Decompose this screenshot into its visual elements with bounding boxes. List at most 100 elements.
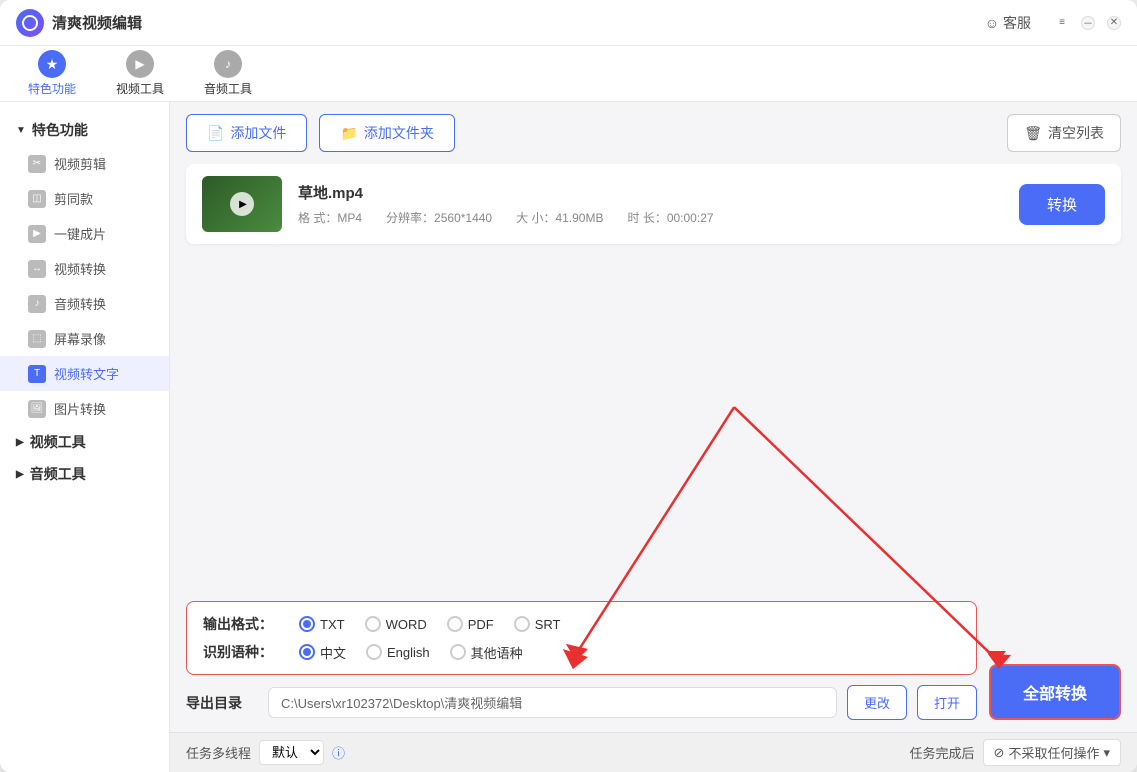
video-convert-icon: ↔ [28, 260, 46, 278]
video-edit-label: 视频剪辑 [54, 154, 106, 173]
format-pdf-label: PDF [468, 617, 494, 632]
format-txt-label: TXT [320, 617, 345, 632]
lang-english-radio [366, 644, 382, 660]
section-features-arrow: ▼ [16, 125, 26, 136]
sidebar-section-video-tools[interactable]: ▶ 视频工具 [0, 426, 169, 458]
video-tools-label: 视频工具 [116, 80, 164, 97]
features-label: 特色功能 [28, 80, 76, 97]
customer-service-label: 客服 [1003, 13, 1031, 33]
format-word-label: WORD [386, 617, 427, 632]
format-word-radio [365, 616, 381, 632]
status-right: 任务完成后 ⊘ 不采取任何操作 ▾ [910, 739, 1121, 766]
lang-english-option[interactable]: English [366, 644, 430, 660]
minimize-button[interactable]: － [1081, 16, 1095, 30]
format-label-text: 格 式： [298, 211, 337, 225]
add-folder-button[interactable]: 📁 添加文件夹 [319, 114, 454, 152]
convert-all-area: 全部转换 [989, 664, 1121, 720]
format-srt-label: SRT [535, 617, 561, 632]
bottom-content: 输出格式： TXT [186, 601, 1121, 720]
task-action-label: 不采取任何操作 [1008, 743, 1099, 762]
task-complete-label: 任务完成后 [910, 743, 975, 762]
sidebar-section-audio-tools[interactable]: ▶ 音频工具 [0, 458, 169, 490]
recognition-language-label: 识别语种： [203, 642, 275, 662]
convert-all-button[interactable]: 全部转换 [989, 664, 1121, 720]
format-srt-option[interactable]: SRT [514, 616, 561, 632]
clear-icon: 🗑 [1024, 125, 1042, 142]
screen-record-label: 屏幕录像 [54, 329, 106, 348]
file-format-label: 格 式：MP4 [298, 209, 362, 226]
format-pdf-option[interactable]: PDF [447, 616, 494, 632]
menu-button[interactable]: ≡ [1055, 16, 1069, 30]
sidebar-item-video-edit[interactable]: ✂ 视频剪辑 [0, 146, 169, 181]
video-convert-label: 视频转换 [54, 259, 106, 278]
video-edit-icon: ✂ [28, 155, 46, 173]
customer-service-button[interactable]: ☺ 客服 [985, 13, 1031, 33]
format-word-option[interactable]: WORD [365, 616, 427, 632]
lang-other-option[interactable]: 其他语种 [450, 643, 523, 662]
audio-tools-icon: ♪ [214, 50, 242, 78]
lang-chinese-dot [303, 648, 311, 656]
info-icon: ⓘ [332, 743, 345, 762]
sidebar: ▼ 特色功能 ✂ 视频剪辑 ◫ 剪同款 ▶ 一键成片 [0, 102, 170, 772]
duration-value: 00:00:27 [667, 211, 714, 225]
clip-same-label: 剪同款 [54, 189, 93, 208]
main-layout: ▼ 特色功能 ✂ 视频剪辑 ◫ 剪同款 ▶ 一键成片 [0, 102, 1137, 772]
task-select[interactable]: 默认 [259, 740, 324, 765]
sidebar-item-clip-same[interactable]: ◫ 剪同款 [0, 181, 169, 216]
app-window: 清爽视频编辑 ☺ 客服 ≡ － ✕ ★ 特色功能 ▶ [0, 0, 1137, 772]
resolution-value: 2560*1440 [434, 211, 492, 225]
recognition-language-row: 识别语种： 中文 [203, 642, 960, 662]
toolbar-video-tools[interactable]: ▶ 视频工具 [108, 46, 172, 101]
audio-tools-label: 音频工具 [204, 80, 252, 97]
sidebar-item-video-convert[interactable]: ↔ 视频转换 [0, 251, 169, 286]
format-txt-option[interactable]: TXT [299, 616, 345, 632]
options-box: 输出格式： TXT [186, 601, 977, 675]
format-pdf-radio [447, 616, 463, 632]
content-area: 📄 添加文件 📁 添加文件夹 🗑 清空列表 ▶ [170, 102, 1137, 772]
task-action-button[interactable]: ⊘ 不采取任何操作 ▾ [983, 739, 1121, 766]
audio-convert-label: 音频转换 [54, 294, 106, 313]
section-audio-tools-arrow: ▶ [16, 469, 24, 480]
sidebar-item-video-to-text[interactable]: T 视频转文字 [0, 356, 169, 391]
resolution-label-text: 分辨率： [386, 211, 434, 225]
toolbar-features[interactable]: ★ 特色功能 [20, 46, 84, 101]
format-value: MP4 [337, 211, 362, 225]
sidebar-item-image-convert[interactable]: 🖼 图片转换 [0, 391, 169, 426]
sidebar-section-features[interactable]: ▼ 特色功能 [0, 114, 169, 146]
image-convert-icon: 🖼 [28, 400, 46, 418]
action-bar: 📄 添加文件 📁 添加文件夹 🗑 清空列表 [170, 102, 1137, 164]
sidebar-item-one-click[interactable]: ▶ 一键成片 [0, 216, 169, 251]
clear-list-button[interactable]: 🗑 清空列表 [1007, 114, 1121, 152]
lang-other-label: 其他语种 [471, 643, 523, 662]
change-dir-button[interactable]: 更改 [847, 685, 907, 720]
output-dir-input[interactable] [268, 687, 837, 718]
one-click-icon: ▶ [28, 225, 46, 243]
file-list-area: ▶ 草地.mp4 格 式：MP4 分辨率：2560*1440 [170, 164, 1137, 377]
open-dir-button[interactable]: 打开 [917, 685, 977, 720]
add-folder-label: 添加文件夹 [364, 123, 434, 143]
audio-convert-icon: ♪ [28, 295, 46, 313]
format-txt-radio [299, 616, 315, 632]
add-file-button[interactable]: 📄 添加文件 [186, 114, 307, 152]
sidebar-item-screen-record[interactable]: ⬚ 屏幕录像 [0, 321, 169, 356]
bottom-left: 输出格式： TXT [186, 601, 977, 720]
add-file-label: 添加文件 [230, 123, 286, 143]
image-convert-label: 图片转换 [54, 399, 106, 418]
output-format-group: TXT WORD PDF [299, 616, 561, 632]
lang-chinese-option[interactable]: 中文 [299, 643, 346, 662]
close-button[interactable]: ✕ [1107, 16, 1121, 30]
file-thumbnail: ▶ [202, 176, 282, 232]
play-button[interactable]: ▶ [230, 192, 254, 216]
clip-same-icon: ◫ [28, 190, 46, 208]
status-bar: 任务多线程 默认 ⓘ 任务完成后 ⊘ 不采取任何操作 ▾ [170, 732, 1137, 772]
toolbar-icon-group: ★ 特色功能 ▶ 视频工具 ♪ 音频工具 [20, 46, 260, 101]
status-left: 任务多线程 默认 ⓘ [186, 740, 345, 765]
sidebar-item-audio-convert[interactable]: ♪ 音频转换 [0, 286, 169, 321]
clear-label: 清空列表 [1048, 123, 1104, 143]
section-features-label: 特色功能 [32, 120, 88, 140]
no-action-icon: ⊘ [994, 745, 1005, 761]
convert-button[interactable]: 转换 [1019, 184, 1105, 225]
toolbar-audio-tools[interactable]: ♪ 音频工具 [196, 46, 260, 101]
logo-inner [22, 15, 38, 31]
one-click-label: 一键成片 [54, 224, 106, 243]
